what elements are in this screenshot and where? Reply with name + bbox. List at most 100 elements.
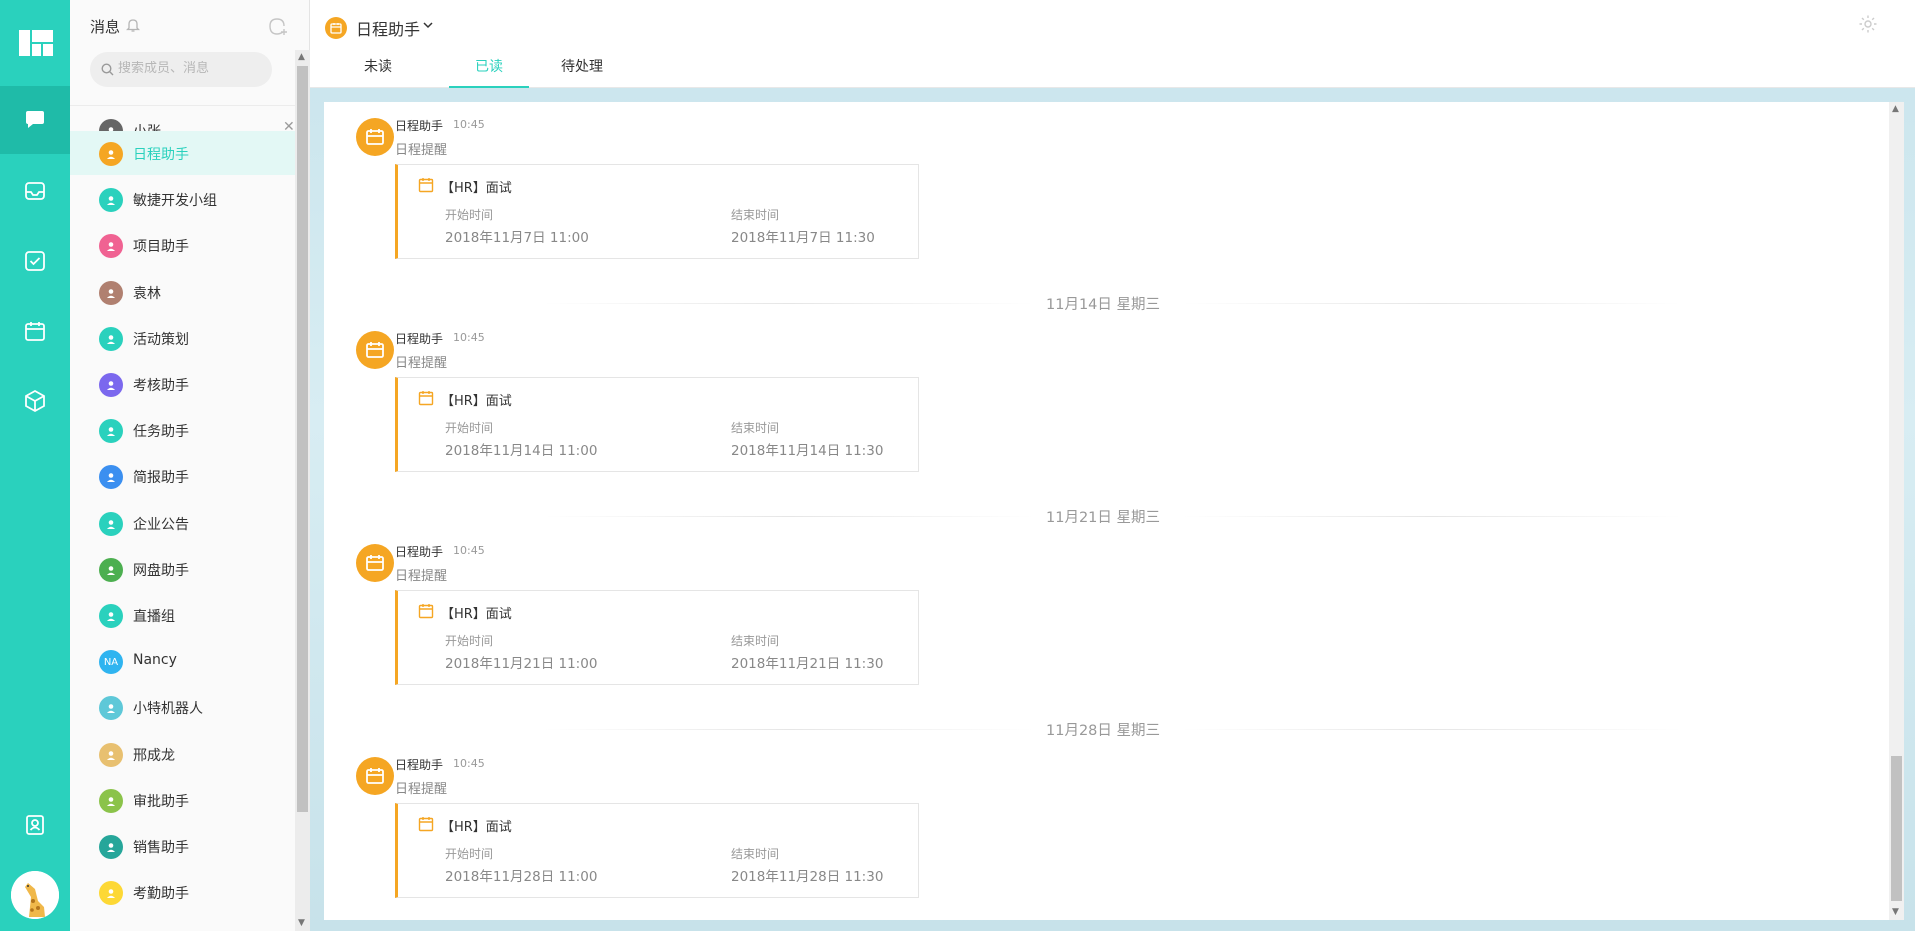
conversation-item[interactable]: 直播组 (70, 593, 295, 637)
nav-inbox[interactable] (0, 157, 70, 225)
sender-avatar[interactable] (356, 757, 394, 795)
search-box[interactable] (90, 52, 272, 87)
date-divider: 11月28日 星期三 (324, 719, 1884, 739)
conversation-item[interactable]: 活动策划 (70, 316, 295, 360)
tab-pending[interactable]: 待处理 (547, 56, 617, 88)
conversation-name: 销售助手 (133, 840, 189, 856)
conversation-item[interactable]: 小特机器人 (70, 685, 295, 729)
inbox-icon (25, 182, 45, 200)
tab-unread[interactable]: 未读 (350, 56, 406, 88)
conversation-name: 日程助手 (133, 147, 189, 163)
event-title: 【HR】面试 (441, 607, 512, 622)
message-item: 日程助手 10:45 日程提醒 【HR】面试 开始时间 2018年11月7日 11:00 结… (324, 102, 1884, 277)
message-item: 日程助手 10:45 日程提醒 【HR】面试 开始时间 2018年11月21日 11:00… (324, 528, 1884, 703)
sender-avatar[interactable] (356, 544, 394, 582)
conversation-avatar (99, 881, 123, 906)
calendar-bot-icon (366, 129, 384, 145)
task-check-icon (25, 251, 45, 271)
sender-name: 日程助手 (395, 332, 444, 346)
end-label: 结束时间 (731, 421, 780, 435)
conversation-name: 考核助手 (133, 378, 189, 394)
conversation-item[interactable]: 考勤助手 (70, 870, 295, 914)
scroll-up-arrow[interactable]: ▲ (1892, 104, 1899, 114)
conversation-item[interactable]: 任务助手 (70, 408, 295, 452)
nav-tasks[interactable] (0, 227, 70, 295)
calendar-bot-icon (330, 23, 342, 34)
cube-icon (25, 389, 45, 413)
conversation-avatar (99, 419, 123, 444)
conversation-item[interactable]: 网盘助手 (70, 547, 295, 591)
sender-avatar[interactable] (356, 331, 394, 369)
tab-unread-label: 未读 (364, 59, 392, 75)
chat-title[interactable]: 日程助手 (356, 16, 420, 40)
conversation-item[interactable]: 日程助手 (70, 131, 295, 175)
conversation-name: 考勤助手 (133, 886, 189, 903)
event-card[interactable]: 【HR】面试 开始时间 2018年11月28日 11:00 结束时间 2018年11月2… (395, 803, 919, 898)
conversation-avatar: NA (99, 650, 123, 675)
conversation-avatar (99, 835, 123, 859)
conversation-list: 小张✕日程助手敏捷开发小组项目助手袁林活动策划考核助手任务助手简报助手企业公告网… (70, 105, 295, 931)
event-card[interactable]: 【HR】面试 开始时间 2018年11月7日 11:00 结束时间 2018年11月7日… (395, 164, 919, 259)
nav-apps[interactable] (0, 367, 70, 435)
conversation-item[interactable]: 考核助手 (70, 362, 295, 406)
conversation-item[interactable]: 邢成龙 (70, 732, 295, 776)
conversation-name: 审批助手 (133, 793, 189, 810)
conversation-scrollbar[interactable]: ▲ ▼ (295, 50, 310, 931)
sender-name: 日程助手 (395, 758, 444, 772)
chat-icon (26, 111, 44, 128)
message-item: 日程助手 10:45 日程提醒 【HR】面试 开始时间 2018年11月28日 11:00… (324, 741, 1884, 916)
divider-line (1182, 303, 1682, 304)
chevron-down-icon[interactable] (423, 21, 433, 29)
conversation-item[interactable]: 销售助手 (70, 824, 295, 868)
scroll-up-arrow[interactable]: ▲ (298, 52, 305, 62)
conversation-item[interactable]: 项目助手 (70, 223, 295, 267)
message-time: 10:45 (453, 544, 485, 557)
tab-read[interactable]: 已读 (449, 56, 529, 88)
event-card[interactable]: 【HR】面试 开始时间 2018年11月21日 11:00 结束时间 2018年11月2… (395, 590, 919, 685)
message-time: 10:45 (453, 757, 485, 770)
nav-messages[interactable] (0, 86, 70, 154)
scroll-thumb[interactable] (1891, 756, 1902, 901)
start-label: 开始时间 (445, 847, 494, 861)
conversation-name: 简报助手 (133, 470, 189, 487)
event-title: 【HR】面试 (441, 394, 512, 409)
divider-date: 11月21日 星期三 (1046, 510, 1161, 526)
end-time: 2018年11月21日 11:30 (731, 656, 884, 672)
nav-contacts[interactable] (0, 791, 70, 859)
conversation-item[interactable]: 审批助手 (70, 778, 295, 822)
message-scrollbar[interactable]: ▲ ▼ (1889, 102, 1904, 920)
event-card[interactable]: 【HR】面试 开始时间 2018年11月14日 11:00 结束时间 2018年11月1… (395, 377, 919, 472)
conversation-item[interactable]: 袁林 (70, 270, 295, 314)
message-subtitle: 日程提醒 (395, 569, 448, 584)
conversation-avatar (99, 373, 123, 397)
conversation-item[interactable]: 敏捷开发小组 (70, 177, 295, 221)
tab-read-label: 已读 (475, 59, 503, 75)
start-label: 开始时间 (445, 421, 494, 435)
end-label: 结束时间 (731, 634, 780, 648)
start-time: 2018年11月21日 11:00 (445, 656, 598, 672)
gear-icon[interactable] (1858, 14, 1878, 34)
conversation-item[interactable]: 企业公告 (70, 501, 295, 545)
sender-avatar[interactable] (356, 118, 394, 156)
conversation-name: 小特机器人 (133, 701, 203, 718)
conversation-header: 消息 (70, 0, 310, 50)
new-chat-icon[interactable] (268, 16, 290, 36)
chat-main: 日程助手 未读 已读 待处理 日程助手 10:45 日程提醒 【HR】面试 开始时间 20… (310, 0, 1915, 931)
scroll-down-arrow[interactable]: ▼ (1892, 907, 1899, 917)
message-time: 10:45 (453, 118, 485, 131)
conversation-avatar (99, 696, 123, 721)
conversation-name: Nancy (133, 652, 177, 669)
date-divider: 11月21日 星期三 (324, 506, 1884, 526)
nav-calendar[interactable] (0, 297, 70, 365)
event-title: 【HR】面试 (441, 181, 512, 196)
conversation-item[interactable]: 简报助手 (70, 454, 295, 498)
conversation-item[interactable]: NA Nancy (70, 639, 295, 683)
scroll-thumb[interactable] (297, 66, 308, 812)
calendar-icon (418, 604, 434, 619)
bell-icon[interactable] (126, 17, 140, 33)
user-avatar[interactable] (11, 871, 59, 919)
tab-pending-label: 待处理 (561, 59, 603, 75)
scroll-down-arrow[interactable]: ▼ (298, 918, 305, 928)
search-input[interactable] (118, 61, 258, 76)
start-label: 开始时间 (445, 208, 494, 222)
